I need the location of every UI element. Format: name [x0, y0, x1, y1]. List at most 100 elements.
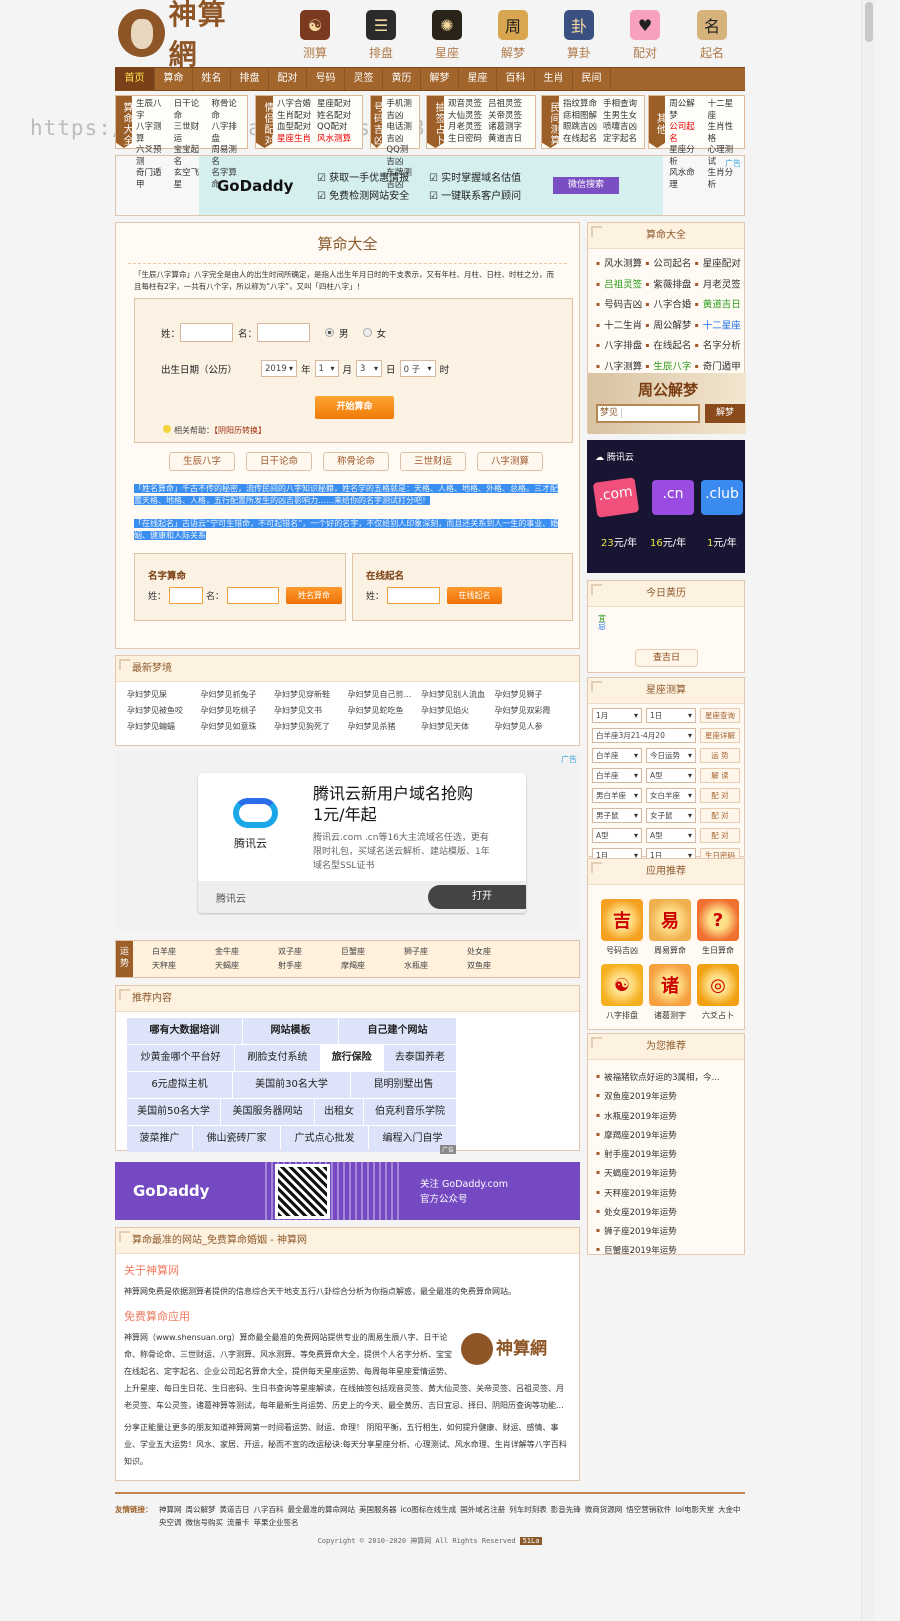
top-category-5[interactable]: 卦算卦	[559, 10, 599, 61]
nav-item[interactable]: 生肖	[535, 68, 573, 90]
recommend-link[interactable]: 美国前30名大学	[233, 1072, 350, 1098]
suanming-link[interactable]: 紫薇排盘	[645, 275, 694, 296]
suanming-link[interactable]: 八字合婚	[645, 295, 694, 316]
nav-item[interactable]: 算命	[155, 68, 193, 90]
suanming-link[interactable]: 风水测算	[596, 254, 645, 275]
xingzuo-select[interactable]: 女白羊座	[646, 788, 696, 803]
dream-link[interactable]: 孕妇梦见屎	[127, 687, 201, 703]
dream-link[interactable]: 孕妇梦见蛇吃鱼	[348, 703, 422, 719]
recommend-link[interactable]: 自己建个网站	[338, 1018, 456, 1044]
xingzuo-select[interactable]: A型	[646, 768, 696, 783]
nav-item[interactable]: 百科	[497, 68, 535, 90]
submenu-link[interactable]: 日干论命	[174, 99, 206, 122]
submenu-link[interactable]: 心理测试	[708, 145, 740, 168]
top-category-3[interactable]: ✺ 星座	[427, 10, 467, 61]
horoscope-link[interactable]: 天秤座	[152, 959, 215, 973]
dream-link[interactable]: 孕妇梦见别人流血	[421, 687, 495, 703]
app-item[interactable]: 易周易算命	[646, 899, 694, 956]
submenu-link[interactable]: 周易测名	[211, 145, 243, 168]
dream-search-input[interactable]: 梦见	[596, 404, 700, 423]
nav-item[interactable]: 解梦	[421, 68, 459, 90]
for-you-link[interactable]: 被福猪钦点好运的3属相，今...	[596, 1068, 744, 1087]
for-you-link[interactable]: 摩羯座2019年运势	[596, 1126, 744, 1145]
nav-item[interactable]: 灵签	[345, 68, 383, 90]
xingzuo-select[interactable]: 今日运势	[646, 748, 696, 763]
recommend-link[interactable]: 旅行保险	[320, 1045, 383, 1071]
submenu-link[interactable]: 生辰八字	[136, 99, 168, 122]
friend-link[interactable]: 微商货源网	[585, 1505, 623, 1514]
dream-link[interactable]: 孕妇梦见蝙蝠	[127, 719, 201, 735]
dream-link[interactable]: 孕妇梦见双彩霞	[495, 703, 569, 719]
submenu-link[interactable]: 八字排盘	[211, 122, 243, 145]
xingzuo-button[interactable]: 运 势	[700, 748, 740, 763]
recommend-link[interactable]: 佛山瓷砖厂家	[193, 1126, 280, 1152]
dream-link[interactable]: 孕妇梦见人参	[495, 719, 569, 735]
submenu-link[interactable]: 风水命理	[669, 168, 701, 191]
friend-link[interactable]: 列车时刻表	[509, 1505, 547, 1514]
xingzuo-select[interactable]: 1月	[592, 708, 642, 723]
recommend-link[interactable]: 美国服务器网站	[221, 1099, 314, 1125]
recommend-link[interactable]: 炒黄金哪个平台好	[127, 1045, 235, 1071]
quick-button[interactable]: 八字测算	[477, 452, 543, 471]
friend-link[interactable]: 悟空营销软件	[626, 1505, 671, 1514]
tencent-domain-ad[interactable]: ☁ 腾讯云 .com .cn .club 23元/年 16元/年 1元/年	[587, 440, 745, 573]
nav-item[interactable]: 民间	[573, 68, 611, 90]
horoscope-link[interactable]: 金牛座	[215, 945, 278, 959]
submenu-link[interactable]: 星座生肖	[277, 134, 311, 146]
site-logo[interactable]: 神算網	[118, 0, 253, 71]
ad-tag[interactable]: 广告	[561, 754, 577, 765]
friend-link[interactable]: ico图标在线生成	[401, 1505, 457, 1514]
friend-link[interactable]: 国外域名注册	[460, 1505, 505, 1514]
submenu-link[interactable]: 十二星座	[708, 99, 740, 122]
horoscope-link[interactable]: 摩羯座	[341, 959, 404, 973]
recommend-link[interactable]: 哪有大数据培训	[127, 1018, 242, 1044]
for-you-link[interactable]: 狮子座2019年运势	[596, 1222, 744, 1241]
xingzuo-select[interactable]: A型	[646, 828, 696, 843]
quick-button[interactable]: 日干论命	[246, 452, 312, 471]
dream-link[interactable]: 孕妇梦见吃桃子	[201, 703, 275, 719]
godaddy-banner-ad[interactable]: GoDaddy ☑ 获取一手优惠情报 ☑ 实时掌握域名估值 ☑ 免费检测网站安全…	[115, 155, 745, 216]
top-category-6[interactable]: ♥ 配对	[625, 10, 665, 61]
friend-link[interactable]: 神算网	[159, 1505, 182, 1514]
app-item[interactable]: ? 生日算命	[694, 899, 742, 956]
stat-badge[interactable]: 51La	[519, 1537, 543, 1545]
horoscope-link[interactable]: 双鱼座	[467, 959, 530, 973]
xingzuo-button[interactable]: 星座详解	[700, 728, 740, 743]
friend-link[interactable]: lol电影天堂	[675, 1505, 714, 1514]
recommend-link[interactable]: 去泰国养老	[383, 1045, 456, 1071]
calendar-convert-link[interactable]: 【阴阳历转换】	[214, 426, 266, 435]
nav-item[interactable]: 星座	[459, 68, 497, 90]
dream-link[interactable]: 孕妇梦见被鱼咬	[127, 703, 201, 719]
submenu-link[interactable]: 诸葛测字	[488, 122, 522, 134]
submenu-link[interactable]: 生肖配对	[277, 111, 311, 123]
quick-button[interactable]: 三世财运	[400, 452, 466, 471]
top-category-4[interactable]: 周解梦	[493, 10, 533, 61]
for-you-link[interactable]: 巨蟹座2019年运势	[596, 1241, 744, 1260]
name-calc-name-input[interactable]	[227, 587, 280, 604]
year-select[interactable]: 2019	[261, 360, 298, 377]
recommend-link[interactable]: 伯克利音乐学院	[364, 1099, 456, 1125]
dream-link[interactable]: 孕妇梦见自己剪…	[348, 687, 422, 703]
horoscope-link[interactable]: 双子座	[278, 945, 341, 959]
dream-link[interactable]: 孕妇梦见如意珠	[201, 719, 275, 735]
dream-link[interactable]: 孕妇梦见狮子	[495, 687, 569, 703]
submenu-link[interactable]: 宝宝起名	[174, 145, 206, 168]
godaddy-wechat-ad[interactable]: GoDaddy 关注 GoDaddy.com 官方公众号	[115, 1162, 580, 1220]
dream-link[interactable]: 孕妇梦见天体	[421, 719, 495, 735]
app-item[interactable]: ☯ 八字排盘	[598, 964, 646, 1021]
submenu-link[interactable]: 血型配对	[277, 122, 311, 134]
submenu-link[interactable]: 八字合婚	[277, 99, 311, 111]
recommend-link[interactable]: 广式点心批发	[281, 1126, 368, 1152]
for-you-link[interactable]: 射手座2019年运势	[596, 1145, 744, 1164]
dream-search-button[interactable]: 解梦	[705, 404, 745, 423]
xingzuo-select[interactable]: 白羊座3月21-4月20	[592, 728, 696, 743]
horoscope-link[interactable]: 射手座	[278, 959, 341, 973]
wechat-search-button[interactable]: 微信搜索	[553, 177, 619, 194]
suanming-link[interactable]: 十二生肖	[596, 316, 645, 337]
xingzuo-select[interactable]: 白羊座	[592, 768, 642, 783]
name-calc-button[interactable]: 姓名算命	[286, 587, 343, 604]
submenu-link[interactable]: 玄空飞星	[174, 168, 206, 191]
app-item[interactable]: 吉号码吉凶	[598, 899, 646, 956]
submenu-link[interactable]: 六爻预测	[136, 145, 168, 168]
submenu-link[interactable]: 定字起名	[603, 134, 637, 146]
